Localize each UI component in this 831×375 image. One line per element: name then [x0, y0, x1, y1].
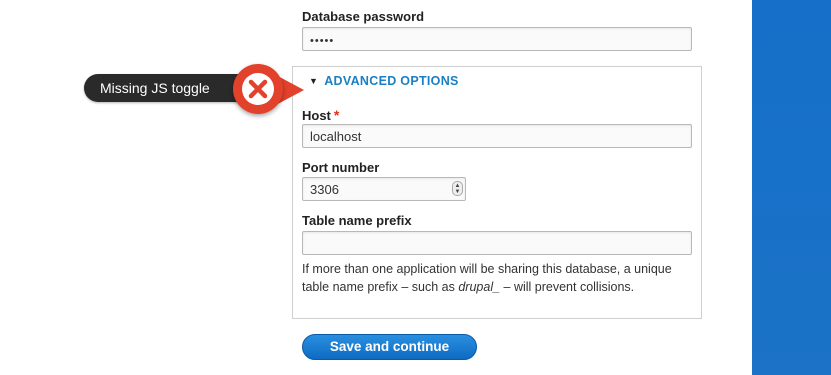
- port-label: Port number: [302, 160, 380, 175]
- stepper-down-icon: ▼: [454, 189, 461, 195]
- port-field[interactable]: 3306: [302, 177, 466, 201]
- port-value: 3306: [310, 182, 339, 197]
- host-value: localhost: [310, 129, 362, 144]
- side-panel-band: [752, 0, 831, 375]
- db-password-value: •••••: [310, 35, 335, 47]
- db-password-label: Database password: [302, 9, 425, 24]
- save-and-continue-button[interactable]: Save and continue: [302, 334, 477, 360]
- advanced-options-toggle[interactable]: ▼ ADVANCED OPTIONS: [309, 74, 459, 88]
- triangle-down-icon: ▼: [309, 76, 319, 86]
- close-icon: [248, 79, 268, 99]
- advanced-options-label: ADVANCED OPTIONS: [324, 74, 459, 88]
- host-label: Host *: [302, 107, 339, 123]
- prefix-field[interactable]: [302, 231, 692, 255]
- db-password-field[interactable]: •••••: [302, 27, 692, 51]
- missing-js-toggle-callout: Missing JS toggle: [84, 74, 254, 102]
- prefix-description: If more than one application will be sha…: [302, 260, 682, 296]
- badge-inner-circle: [242, 73, 274, 105]
- required-marker: *: [333, 107, 340, 123]
- port-stepper[interactable]: ▲ ▼: [452, 181, 463, 196]
- host-field[interactable]: localhost: [302, 124, 692, 148]
- host-label-text: Host: [302, 108, 331, 123]
- prefix-description-example: drupal_: [458, 280, 501, 294]
- prefix-label: Table name prefix: [302, 213, 412, 228]
- prefix-description-after: – will prevent collisions.: [500, 280, 635, 294]
- error-badge: [233, 64, 283, 114]
